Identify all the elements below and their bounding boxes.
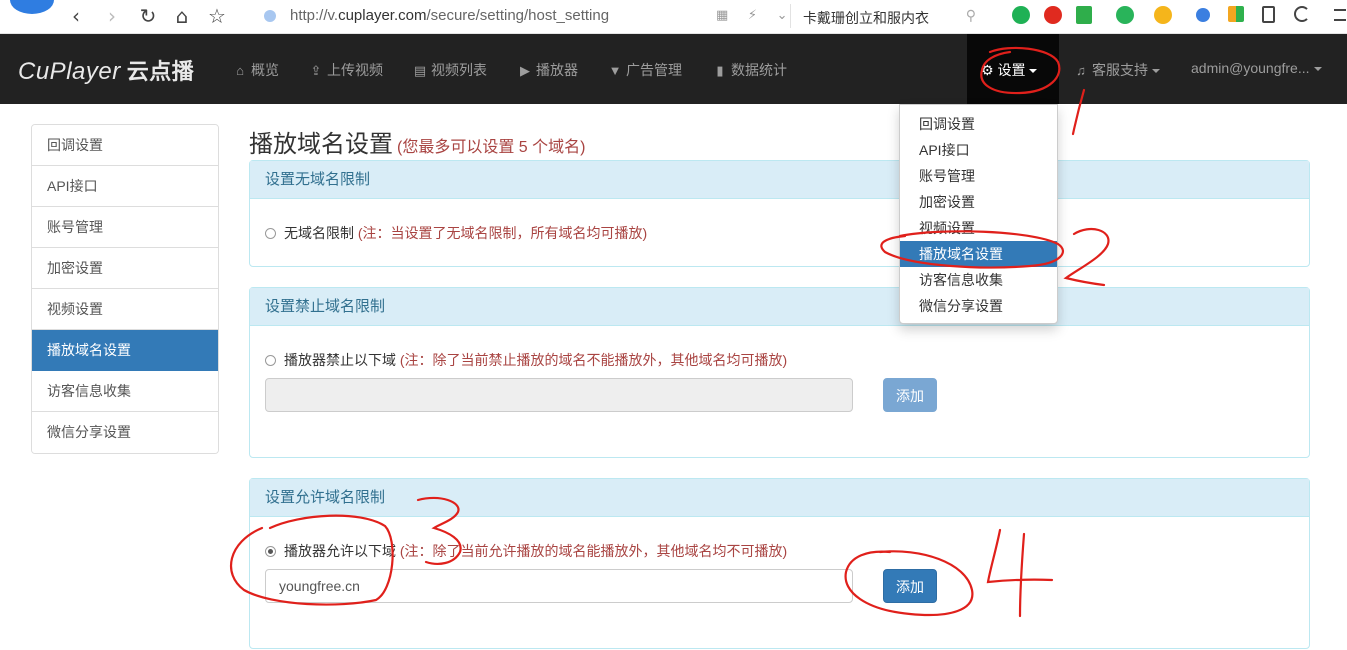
filter-icon: ▼ [608, 63, 622, 78]
bell-icon: ♫ [1076, 63, 1086, 78]
dropdown-item-domain-settings[interactable]: 播放域名设置 [900, 241, 1057, 267]
forward-icon[interactable]: › [100, 5, 124, 27]
sidebar-item-video-settings[interactable]: 视频设置 [32, 289, 218, 330]
panel-allow-domains: 设置允许域名限制 播放器允许以下域 (注：除了当前允许播放的域名能播放外，其他域… [249, 478, 1310, 649]
play-circle-icon: ▶ [520, 63, 530, 78]
nav-upload-video[interactable]: ⇪ 上传视频 [308, 60, 383, 80]
allow-domain-input[interactable]: youngfree.cn [265, 569, 853, 603]
browser-search-box[interactable]: 卡戴珊创立和服内衣 ⚲ [790, 4, 990, 28]
sidebar-item-visitor-info[interactable]: 访客信息收集 [32, 371, 218, 412]
settings-sidebar: 回调设置 API接口 账号管理 加密设置 视频设置 播放域名设置 访客信息收集 … [31, 124, 219, 454]
extension-green-icon[interactable] [1012, 6, 1030, 24]
browser-logo-icon [10, 0, 54, 14]
allow-add-button[interactable]: 添加 [883, 569, 937, 603]
apps-grid-icon[interactable] [1228, 6, 1244, 22]
url-tools-icons[interactable]: ▦ ⚡ ⌄ [716, 7, 796, 23]
top-navbar: CuPlayer 云点播 ⌂ 概览 ⇪ 上传视频 ▤ 视频列表 ▶ 播放器 ▼ 广告管理 ▮… [0, 34, 1347, 104]
refresh-icon[interactable]: ↻ [136, 5, 160, 27]
undo-icon[interactable] [1294, 6, 1310, 22]
bookmark-star-icon[interactable]: ☆ [205, 5, 229, 27]
dropdown-item-wechat-share[interactable]: 微信分享设置 [900, 293, 1057, 319]
site-info-icon[interactable] [264, 10, 276, 22]
dropdown-item-encryption[interactable]: 加密设置 [900, 189, 1057, 215]
nav-user-menu[interactable]: admin@youngfre... [1191, 60, 1322, 76]
gear-icon: ⚙ [981, 62, 994, 78]
search-query-text: 卡戴珊创立和服内衣 [803, 10, 929, 26]
sidebar-item-api[interactable]: API接口 [32, 166, 218, 207]
radio-allow-domains[interactable] [265, 546, 276, 557]
dropdown-item-video-settings[interactable]: 视频设置 [900, 215, 1057, 241]
deny-option[interactable]: 播放器禁止以下域 (注：除了当前禁止播放的域名不能播放外，其他域名均可播放) [265, 350, 787, 370]
panel-heading: 设置无域名限制 [250, 161, 1309, 199]
back-icon[interactable]: ‹ [64, 5, 88, 27]
allow-option[interactable]: 播放器允许以下域 (注：除了当前允许播放的域名能播放外，其他域名均不可播放) [265, 541, 787, 561]
sidebar-item-encryption[interactable]: 加密设置 [32, 248, 218, 289]
panel-heading: 设置禁止域名限制 [250, 288, 1309, 326]
nav-settings-dropdown-toggle[interactable]: ⚙ 设置 [967, 34, 1059, 104]
search-icon[interactable]: ⚲ [966, 7, 976, 24]
option-note: (注：除了当前禁止播放的域名不能播放外，其他域名均可播放) [399, 352, 788, 368]
url-text: http://v.cuplayer.com/secure/setting/hos… [290, 7, 610, 24]
menu-icon[interactable] [1334, 9, 1346, 21]
panel-heading: 设置允许域名限制 [250, 479, 1309, 517]
page-title: 播放域名设置 (您最多可以设置 5 个域名) [249, 131, 586, 158]
film-icon: ▤ [413, 63, 427, 78]
upload-icon: ⇪ [310, 63, 322, 78]
brand-logo[interactable]: CuPlayer 云点播 [18, 54, 194, 86]
address-bar[interactable]: http://v.cuplayer.com/secure/setting/hos… [258, 4, 788, 28]
caret-down-icon [1313, 67, 1322, 72]
sidebar-item-callback[interactable]: 回调设置 [32, 125, 218, 166]
caret-down-icon [1029, 69, 1038, 74]
extension-coupon-icon[interactable] [1154, 6, 1172, 24]
option-note: (注：当设置了无域名限制，所有域名均可播放) [357, 225, 648, 241]
sidebar-item-account[interactable]: 账号管理 [32, 207, 218, 248]
no-restriction-option[interactable]: 无域名限制 (注：当设置了无域名限制，所有域名均可播放) [265, 223, 647, 243]
radio-deny-domains[interactable] [265, 355, 276, 366]
dropdown-item-api[interactable]: API接口 [900, 137, 1057, 163]
caret-down-icon [1152, 69, 1160, 74]
nav-video-list[interactable]: ▤ 视频列表 [412, 60, 487, 80]
extension-shield-icon[interactable] [1044, 6, 1062, 24]
bar-chart-icon: ▮ [716, 63, 724, 78]
page-subtitle: (您最多可以设置 5 个域名) [397, 139, 586, 156]
sidebar-item-wechat-share[interactable]: 微信分享设置 [32, 412, 218, 453]
dropdown-item-account[interactable]: 账号管理 [900, 163, 1057, 189]
phone-icon[interactable] [1262, 6, 1275, 23]
nav-statistics[interactable]: ▮ 数据统计 [712, 60, 787, 80]
dropdown-item-visitor-info[interactable]: 访客信息收集 [900, 267, 1057, 293]
radio-no-restriction[interactable] [265, 228, 276, 239]
deny-domain-input[interactable] [265, 378, 853, 412]
extension-scissors-icon[interactable] [1076, 6, 1092, 24]
extension-search-icon[interactable] [1196, 8, 1210, 22]
nav-overview[interactable]: ⌂ 概览 [232, 60, 279, 80]
panel-no-restriction: 设置无域名限制 无域名限制 (注：当设置了无域名限制，所有域名均可播放) [249, 160, 1310, 267]
nav-ad-management[interactable]: ▼ 广告管理 [607, 60, 682, 80]
nav-support[interactable]: ♫ 客服支持 [1073, 60, 1160, 80]
sidebar-item-domain-settings[interactable]: 播放域名设置 [32, 330, 218, 371]
dropdown-item-callback[interactable]: 回调设置 [900, 111, 1057, 137]
home-icon[interactable]: ⌂ [170, 5, 194, 27]
option-note: (注：除了当前允许播放的域名能播放外，其他域名均不可播放) [399, 543, 788, 559]
home-icon: ⌂ [236, 63, 244, 78]
nav-player[interactable]: ▶ 播放器 [517, 60, 578, 80]
settings-dropdown-menu: 回调设置 API接口 账号管理 加密设置 视频设置 播放域名设置 访客信息收集 … [899, 104, 1058, 324]
deny-add-button[interactable]: 添加 [883, 378, 937, 412]
panel-deny-domains: 设置禁止域名限制 播放器禁止以下域 (注：除了当前禁止播放的域名不能播放外，其他… [249, 287, 1310, 458]
browser-toolbar: ‹ › ↻ ⌂ ☆ http://v.cuplayer.com/secure/s… [0, 0, 1347, 34]
extension-translate-icon[interactable] [1116, 6, 1134, 24]
